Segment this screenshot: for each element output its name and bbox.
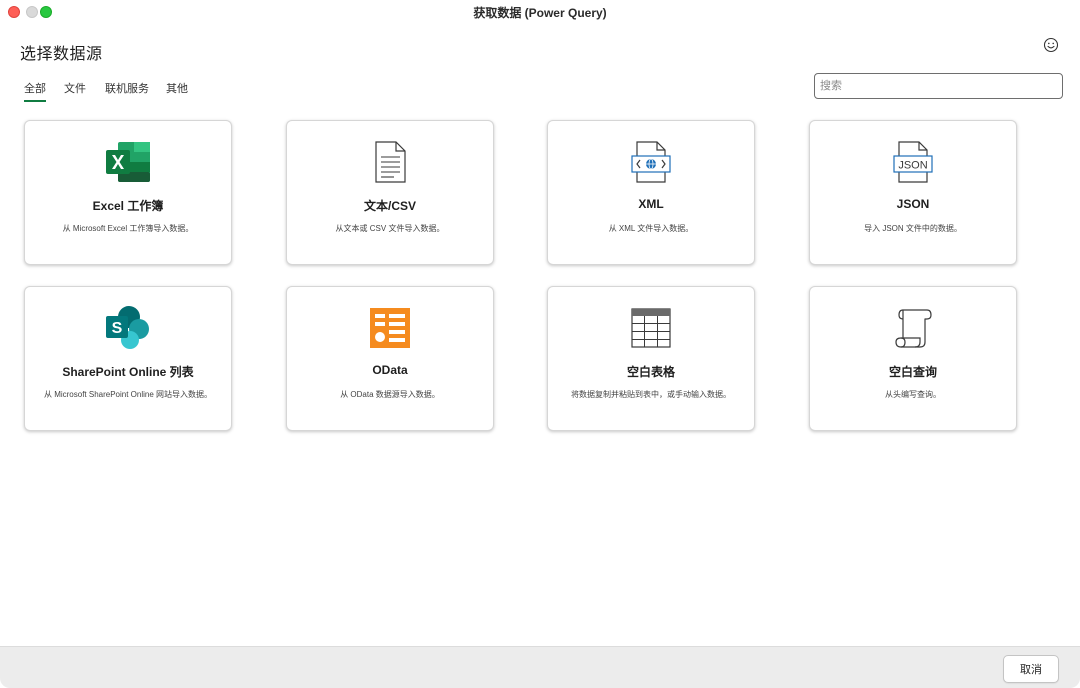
source-card-odata[interactable]: OData 从 OData 数据源导入数据。	[286, 286, 494, 431]
get-data-dialog: 获取数据 (Power Query) 选择数据源 全部 文件 联机服务 其他 E…	[0, 0, 1080, 688]
source-title: XML	[638, 197, 664, 211]
xml-icon	[627, 139, 675, 185]
source-description: 导入 JSON 文件中的数据。	[864, 224, 962, 233]
source-description: 从文本或 CSV 文件导入数据。	[335, 224, 445, 233]
smiley-icon[interactable]	[1043, 37, 1059, 53]
json-icon: JSON	[889, 139, 937, 185]
source-description: 从 OData 数据源导入数据。	[340, 390, 440, 399]
tab-all[interactable]: 全部	[24, 80, 46, 102]
source-card-excel[interactable]: Excel 工作簿 从 Microsoft Excel 工作簿导入数据。	[24, 120, 232, 265]
source-description: 从头编写查询。	[885, 390, 941, 399]
source-card-blank-table[interactable]: 空白表格 将数据复制并粘贴到表中，或手动输入数据。	[547, 286, 755, 431]
source-title: 空白查询	[888, 365, 937, 379]
source-description: 从 Microsoft Excel 工作簿导入数据。	[62, 224, 194, 233]
document-icon	[366, 139, 414, 185]
source-title: SharePoint Online 列表	[62, 365, 194, 379]
page-title: 选择数据源	[20, 46, 103, 63]
title-bar: 获取数据 (Power Query)	[0, 0, 1080, 24]
odata-icon	[366, 305, 414, 351]
window-title: 获取数据 (Power Query)	[473, 6, 607, 20]
source-card-blank-query[interactable]: 空白查询 从头编写查询。	[809, 286, 1017, 431]
source-card-sharepoint[interactable]: S SharePoint Online 列表 从 Microsoft Share…	[24, 286, 232, 431]
search-input[interactable]	[814, 73, 1063, 99]
svg-text:S: S	[112, 320, 123, 337]
tab-online-services[interactable]: 联机服务	[105, 80, 149, 100]
tab-other[interactable]: 其他	[166, 80, 188, 100]
scroll-icon	[889, 305, 937, 351]
sharepoint-icon: S	[104, 305, 152, 351]
source-description: 从 XML 文件导入数据。	[608, 224, 694, 233]
svg-text:JSON: JSON	[898, 160, 927, 172]
source-card-xml[interactable]: XML 从 XML 文件导入数据。	[547, 120, 755, 265]
source-title: 文本/CSV	[363, 199, 416, 213]
source-description: 将数据复制并粘贴到表中，或手动输入数据。	[571, 390, 731, 399]
dialog-footer: 取消	[0, 646, 1080, 688]
source-card-json[interactable]: JSON JSON 导入 JSON 文件中的数据。	[809, 120, 1017, 265]
cancel-button[interactable]: 取消	[1003, 655, 1059, 683]
source-description: 从 Microsoft SharePoint Online 网站导入数据。	[43, 390, 213, 399]
source-card-text-csv[interactable]: 文本/CSV 从文本或 CSV 文件导入数据。	[286, 120, 494, 265]
source-title: 空白表格	[626, 365, 675, 379]
source-title: Excel 工作簿	[92, 199, 164, 213]
excel-icon	[104, 139, 152, 185]
tab-file[interactable]: 文件	[64, 80, 86, 100]
table-icon	[627, 305, 675, 351]
source-title: JSON	[896, 197, 930, 211]
source-title: OData	[372, 363, 408, 377]
